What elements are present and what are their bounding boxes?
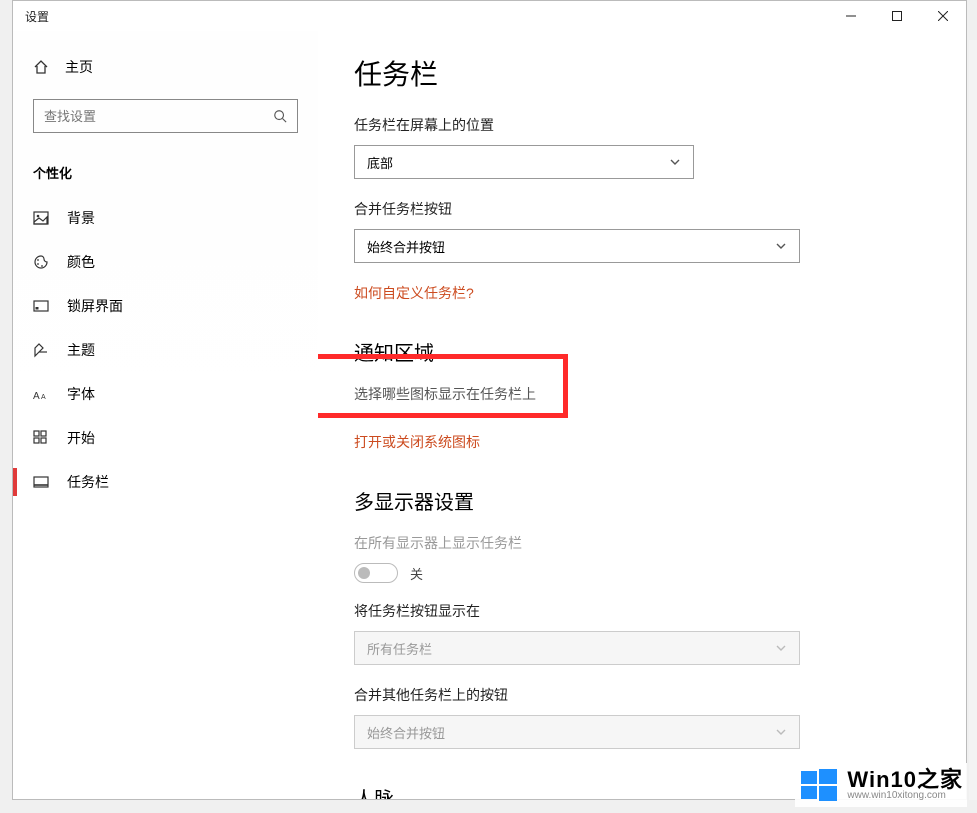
- show-all-label: 在所有显示器上显示任务栏: [354, 533, 938, 553]
- watermark: Win10之家 www.win10xitong.com: [795, 763, 967, 807]
- show-all-toggle[interactable]: [354, 563, 398, 583]
- position-value: 底部: [367, 153, 393, 172]
- sidebar-item-colors[interactable]: 颜色: [19, 240, 312, 284]
- main-content: 任务栏 任务栏在屏幕上的位置 底部 合并任务栏按钮 始终合并按钮 如何自定义任务…: [318, 31, 966, 799]
- svg-text:A: A: [33, 391, 40, 402]
- sidebar-item-label: 任务栏: [67, 472, 109, 492]
- position-label: 任务栏在屏幕上的位置: [354, 115, 938, 135]
- home-label: 主页: [65, 57, 93, 77]
- search-box[interactable]: [33, 99, 298, 133]
- position-select[interactable]: 底部: [354, 145, 694, 179]
- minimize-button[interactable]: [828, 1, 874, 31]
- sidebar-item-themes[interactable]: 主题: [19, 328, 312, 372]
- select-icons-link[interactable]: 选择哪些图标显示在任务栏上: [354, 384, 536, 404]
- maximize-icon: [892, 11, 902, 21]
- combine-other-select: 始终合并按钮: [354, 715, 800, 749]
- start-icon: [33, 430, 49, 446]
- svg-text:A: A: [41, 394, 46, 401]
- show-buttons-select: 所有任务栏: [354, 631, 800, 665]
- multimonitor-heading: 多显示器设置: [354, 486, 938, 515]
- sidebar-item-label: 开始: [67, 428, 95, 448]
- close-button[interactable]: [920, 1, 966, 31]
- notification-links: 选择哪些图标显示在任务栏上: [354, 384, 938, 404]
- settings-window: 设置 主页 个性化 背景: [12, 0, 967, 800]
- chevron-down-icon: [775, 642, 787, 654]
- watermark-title: Win10之家: [847, 768, 963, 791]
- maximize-button[interactable]: [874, 1, 920, 31]
- taskbar-icon: [33, 474, 49, 490]
- toggle-state: 关: [410, 564, 423, 583]
- chevron-down-icon: [669, 156, 681, 168]
- show-all-toggle-row: 关: [354, 563, 938, 583]
- titlebar-buttons: [828, 1, 966, 31]
- sidebar-item-label: 颜色: [67, 252, 95, 272]
- window-body: 主页 个性化 背景 颜色 锁屏界面 主题: [13, 31, 966, 799]
- system-icons-link[interactable]: 打开或关闭系统图标: [354, 432, 480, 452]
- watermark-url: www.win10xitong.com: [847, 791, 963, 802]
- sidebar-item-label: 字体: [67, 384, 95, 404]
- sidebar-item-background[interactable]: 背景: [19, 196, 312, 240]
- combine-value: 始终合并按钮: [367, 237, 445, 256]
- lockscreen-icon: [33, 298, 49, 314]
- combine-label: 合并任务栏按钮: [354, 199, 938, 219]
- external-right-sliver: [969, 40, 977, 800]
- picture-icon: [33, 210, 49, 226]
- notification-heading: 通知区域: [354, 337, 938, 366]
- palette-icon: [33, 254, 49, 270]
- windows-logo-icon: [799, 765, 839, 805]
- close-icon: [938, 11, 948, 21]
- titlebar: 设置: [13, 1, 966, 31]
- show-buttons-value: 所有任务栏: [367, 639, 432, 658]
- page-title: 任务栏: [354, 53, 938, 93]
- customize-link[interactable]: 如何自定义任务栏?: [354, 283, 474, 303]
- sidebar-item-label: 背景: [67, 208, 95, 228]
- sidebar-item-lockscreen[interactable]: 锁屏界面: [19, 284, 312, 328]
- chevron-down-icon: [775, 240, 787, 252]
- watermark-text: Win10之家 www.win10xitong.com: [847, 768, 963, 802]
- combine-select[interactable]: 始终合并按钮: [354, 229, 800, 263]
- minimize-icon: [846, 11, 856, 21]
- sidebar: 主页 个性化 背景 颜色 锁屏界面 主题: [13, 31, 318, 799]
- home-button[interactable]: 主页: [19, 49, 312, 93]
- sidebar-item-label: 锁屏界面: [67, 296, 123, 316]
- combine-other-value: 始终合并按钮: [367, 723, 445, 742]
- window-title: 设置: [25, 8, 49, 25]
- search-icon: [273, 109, 287, 123]
- font-icon: AA: [33, 386, 49, 402]
- sidebar-item-taskbar[interactable]: 任务栏: [19, 460, 312, 504]
- sidebar-section-header: 个性化: [19, 153, 312, 196]
- show-buttons-label: 将任务栏按钮显示在: [354, 601, 938, 621]
- sidebar-item-fonts[interactable]: AA 字体: [19, 372, 312, 416]
- search-input[interactable]: [44, 109, 273, 124]
- sidebar-item-label: 主题: [67, 340, 95, 360]
- theme-icon: [33, 342, 49, 358]
- chevron-down-icon: [775, 726, 787, 738]
- sidebar-item-start[interactable]: 开始: [19, 416, 312, 460]
- home-icon: [33, 59, 49, 75]
- combine-other-label: 合并其他任务栏上的按钮: [354, 685, 938, 705]
